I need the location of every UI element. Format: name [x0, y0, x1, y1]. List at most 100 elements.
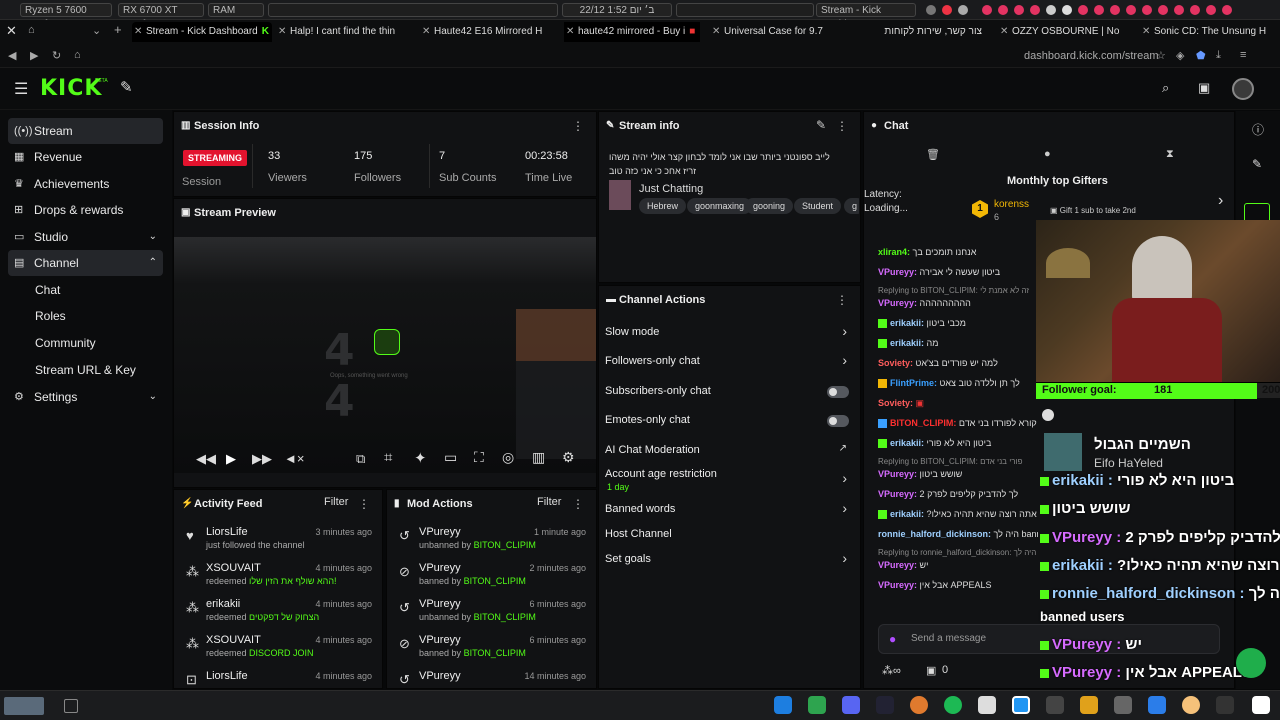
active-window-title[interactable]: Stream - Kick Dashboa... [816, 3, 916, 30]
points-icon[interactable]: ⁂∞ [882, 664, 901, 677]
sidebar-item-drops[interactable]: ⊞ Drops & rewards [8, 197, 163, 223]
brave-icon[interactable] [978, 696, 996, 714]
more-options-icon[interactable]: ⋮ [358, 490, 370, 518]
tray-icon[interactable] [1190, 5, 1200, 15]
tag-pill[interactable]: goonmaxing [687, 198, 753, 214]
support-chat-icon[interactable] [1236, 648, 1266, 678]
sidebar-item-achievements[interactable]: ♛ Achievements [8, 171, 163, 197]
sidebar-subitem-stream-url[interactable]: Stream URL & Key [35, 357, 136, 383]
host-channel-row[interactable]: Host Channel [605, 528, 855, 540]
account-age-row[interactable]: Account age restriction › [605, 468, 855, 486]
url-field[interactable]: dashboard.kick.com/stream [1024, 50, 1159, 62]
tab-close-icon[interactable]: ✕ [1000, 22, 1008, 42]
slow-mode-row[interactable]: Slow mode › [605, 323, 855, 339]
workspace-thumbnail[interactable] [64, 699, 78, 713]
dashboard-icon[interactable]: ▣ [1198, 80, 1210, 96]
tab-sonic[interactable]: ✕ Sonic CD: The Unsung H [1140, 22, 1280, 42]
ai-moderation-row[interactable]: AI Chat Moderation ↗ [605, 443, 855, 456]
tray-icon[interactable] [926, 5, 936, 15]
tab-stream-dashboard[interactable]: ✕ Stream - Kick Dashboard K [132, 22, 272, 42]
download-icon[interactable]: ⤓ [1216, 49, 1221, 62]
tray-icon[interactable] [942, 5, 952, 15]
tag-pill[interactable]: g [844, 198, 859, 214]
avatar[interactable] [1232, 78, 1254, 100]
app-icon[interactable] [1252, 696, 1270, 714]
tab-haute42[interactable]: ✕ Haute42 E16 Mirrored H [420, 22, 552, 42]
fullscreen-icon[interactable]: ⛶ [474, 449, 484, 466]
tab-close-icon[interactable]: ✕ [134, 22, 142, 42]
tag-pill[interactable]: gooning [745, 198, 794, 214]
tab-contact[interactable]: צור קשר, שירות לקוחות [854, 22, 986, 42]
sidebar-item-revenue[interactable]: ▦ Revenue [8, 144, 163, 170]
tray-icon[interactable] [1126, 5, 1136, 15]
start-icon[interactable] [774, 696, 792, 714]
speed-icon[interactable]: ◎ [502, 449, 514, 466]
layers-icon[interactable] [1080, 696, 1098, 714]
tab-haute42-buy[interactable]: ✕ haute42 mirrored - Buy i ■ [564, 22, 700, 42]
tab-close-icon[interactable]: ✕ [278, 22, 286, 42]
more-options-icon[interactable]: ⋮ [572, 112, 584, 140]
tray-icon[interactable] [1030, 5, 1040, 15]
app-icon[interactable] [1046, 696, 1064, 714]
more-options-icon[interactable]: ⋮ [836, 112, 848, 140]
tray-icon[interactable] [1078, 5, 1088, 15]
set-goals-row[interactable]: Set goals › [605, 550, 855, 566]
subscribers-only-toggle[interactable] [827, 386, 849, 398]
settings-icon[interactable]: ⚙ [562, 449, 575, 466]
menu-icon[interactable]: ≡ [1240, 49, 1246, 61]
forward-icon[interactable]: ▶ [30, 49, 38, 62]
tray-icon[interactable] [1174, 5, 1184, 15]
tag-pill[interactable]: Student [794, 198, 842, 214]
sidebar-item-channel[interactable]: ▤ Channel ⌃ [8, 250, 163, 276]
category-name[interactable]: Just Chatting [639, 183, 703, 195]
tag-pill[interactable]: Hebrew [639, 198, 687, 214]
banned-words-row[interactable]: Banned words › [605, 500, 855, 516]
tray-icon[interactable] [958, 5, 968, 15]
chevron-right-icon[interactable]: › [1218, 192, 1223, 210]
followers-only-row[interactable]: Followers-only chat › [605, 352, 855, 368]
category-thumbnail[interactable] [609, 180, 631, 210]
android-icon[interactable] [808, 696, 826, 714]
store-icon[interactable] [1148, 696, 1166, 714]
tab-close-icon[interactable]: ✕ [422, 22, 430, 42]
trash-icon[interactable]: 🗑 [926, 148, 940, 161]
tray-icon[interactable] [1110, 5, 1120, 15]
spotify-icon[interactable] [944, 696, 962, 714]
tab-close-icon[interactable]: ✕ [1142, 22, 1150, 42]
tray-icon[interactable] [1158, 5, 1168, 15]
tab-ozzy[interactable]: ✕ OZZY OSBOURNE | No [998, 22, 1130, 42]
sidebar-subitem-chat[interactable]: Chat [35, 277, 60, 303]
steam-icon[interactable] [876, 696, 894, 714]
close-window-icon[interactable]: ✕ [6, 23, 17, 39]
tab-close-icon[interactable]: ✕ [566, 22, 574, 42]
hourglass-icon[interactable]: ⧗ [1166, 148, 1174, 161]
kick-logo[interactable]: KICK [40, 76, 102, 101]
video-player[interactable]: 4 4 Oops, something went wrong ◀◀ ▶ ▶▶ ◄… [174, 237, 596, 473]
compass-icon[interactable] [1012, 696, 1030, 714]
search-icon[interactable]: ⌕ [1162, 80, 1169, 96]
emote-icon[interactable]: ● [889, 632, 896, 646]
info-icon[interactable]: ⓘ [1252, 121, 1264, 138]
tray-icon[interactable] [1222, 5, 1232, 15]
more-options-icon[interactable]: ⋮ [572, 490, 584, 518]
discord-icon[interactable] [842, 696, 860, 714]
reload-icon[interactable]: ↻ [52, 49, 61, 62]
tray-icon[interactable] [1062, 5, 1072, 15]
tab-universal-case[interactable]: ✕ Universal Case for 9.7 [710, 22, 842, 42]
tray-icon[interactable] [1046, 5, 1056, 15]
gifter-name[interactable]: korenss [994, 199, 1029, 210]
clip-icon[interactable]: ⧉ [356, 451, 365, 467]
extension-icon[interactable]: ◈ [1176, 49, 1184, 62]
tab-close-icon[interactable]: ✕ [712, 22, 720, 42]
stats-icon[interactable]: ▥ [532, 449, 545, 466]
bookmark-icon[interactable]: ☆ [1156, 49, 1166, 62]
filter-button[interactable]: Filter [537, 496, 561, 508]
browser-icon[interactable] [910, 696, 928, 714]
app-icon[interactable] [1182, 696, 1200, 714]
edit-icon[interactable]: ✎ [816, 118, 826, 132]
taskbar-slot[interactable] [268, 3, 558, 17]
tray-icon[interactable] [998, 5, 1008, 15]
tray-icon[interactable] [982, 5, 992, 15]
filter-button[interactable]: Filter [324, 496, 348, 508]
tray-icon[interactable] [1142, 5, 1152, 15]
